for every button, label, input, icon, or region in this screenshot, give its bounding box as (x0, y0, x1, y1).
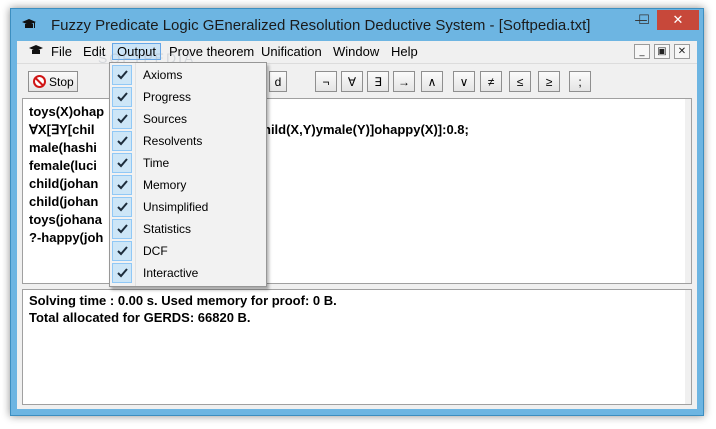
check-icon (112, 175, 132, 195)
stop-label: Stop (49, 74, 74, 89)
menu-item-label: Time (143, 156, 170, 170)
menu-item-progress[interactable]: Progress (110, 86, 266, 108)
window-title: Fuzzy Predicate Logic GEneralized Resolu… (51, 17, 591, 34)
editor-line: toys(X)ohap (29, 104, 105, 119)
symbol-not-button[interactable]: ¬ (315, 71, 337, 92)
menu-unification[interactable]: Unification (261, 44, 322, 59)
editor-line: ?-happy(joh (29, 230, 104, 245)
menu-item-time[interactable]: Time (110, 152, 266, 174)
editor-line: child(johan (29, 176, 99, 191)
editor-scrollbar[interactable] (685, 99, 691, 283)
document-cap-icon[interactable] (29, 45, 43, 57)
check-icon (112, 197, 132, 217)
editor-line: male(hashi (29, 140, 97, 155)
symbol-forall-button[interactable]: ∀ (341, 71, 363, 92)
symbol-not-equal-button[interactable]: ≠ (480, 71, 502, 92)
menu-item-statistics[interactable]: Statistics (110, 218, 266, 240)
check-icon (112, 131, 132, 151)
title-bar[interactable]: Fuzzy Predicate Logic GEneralized Resolu… (11, 9, 703, 41)
menu-file[interactable]: File (51, 44, 72, 59)
symbol-or-button[interactable]: ∨ (453, 71, 475, 92)
menu-item-memory[interactable]: Memory (110, 174, 266, 196)
output-dropdown-menu: Axioms Progress Sources Resolvents Time … (109, 62, 267, 287)
symbol-implies-button[interactable]: → (393, 71, 415, 92)
output-pane[interactable]: Solving time : 0.00 s. Used memory for p… (22, 289, 692, 405)
menu-item-label: Statistics (143, 222, 192, 236)
editor-line: female(luci (29, 158, 97, 173)
editor-line: ∀X[∃Y[chil (29, 122, 95, 137)
check-icon (112, 109, 132, 129)
menu-item-sources[interactable]: Sources (110, 108, 266, 130)
menu-item-resolvents[interactable]: Resolvents (110, 130, 266, 152)
check-icon (112, 65, 132, 85)
toolbar-partial-button[interactable]: d (269, 71, 287, 92)
editor-line-tail: hild(X,Y)ymale(Y)]ohappy(X)]:0.8; (263, 122, 469, 137)
mdi-minimize-button[interactable]: _ (634, 44, 650, 59)
menu-item-label: Resolvents (143, 134, 203, 148)
check-icon (112, 219, 132, 239)
menu-item-axioms[interactable]: Axioms (110, 64, 266, 86)
output-line: Solving time : 0.00 s. Used memory for p… (29, 293, 337, 308)
symbol-and-button[interactable]: ∧ (421, 71, 443, 92)
symbol-greater-equal-button[interactable]: ≥ (538, 71, 560, 92)
mdi-close-button[interactable]: ✕ (674, 44, 690, 59)
menu-item-label: Interactive (143, 266, 199, 280)
menu-window[interactable]: Window (333, 44, 379, 59)
check-icon (112, 263, 132, 283)
menu-item-unsimplified[interactable]: Unsimplified (110, 196, 266, 218)
check-icon (112, 87, 132, 107)
check-icon (112, 153, 132, 173)
output-line: Total allocated for GERDS: 66820 B. (29, 310, 251, 325)
symbol-exists-button[interactable]: ∃ (367, 71, 389, 92)
editor-line: child(johan (29, 194, 99, 209)
stop-button[interactable]: Stop (28, 71, 78, 92)
output-scrollbar[interactable] (685, 290, 691, 404)
menu-item-dcf[interactable]: DCF (110, 240, 266, 262)
graduation-cap-icon (22, 19, 36, 28)
close-button[interactable]: ✕ (657, 10, 699, 30)
stop-icon (33, 75, 46, 88)
menu-item-label: DCF (143, 244, 168, 258)
symbol-semicolon-button[interactable]: ; (569, 71, 591, 92)
menu-item-label: Unsimplified (143, 200, 209, 214)
menu-help[interactable]: Help (391, 44, 418, 59)
menu-item-interactive[interactable]: Interactive (110, 262, 266, 284)
editor-line: toys(johana (29, 212, 102, 227)
maximize-button[interactable]: ☐ (631, 10, 657, 30)
symbol-less-equal-button[interactable]: ≤ (509, 71, 531, 92)
menu-item-label: Progress (143, 90, 192, 104)
menu-item-label: Sources (143, 112, 188, 126)
mdi-restore-button[interactable]: ▣ (654, 44, 670, 59)
check-icon (112, 241, 132, 261)
menu-item-label: Axioms (143, 68, 183, 82)
menu-item-label: Memory (143, 178, 187, 192)
